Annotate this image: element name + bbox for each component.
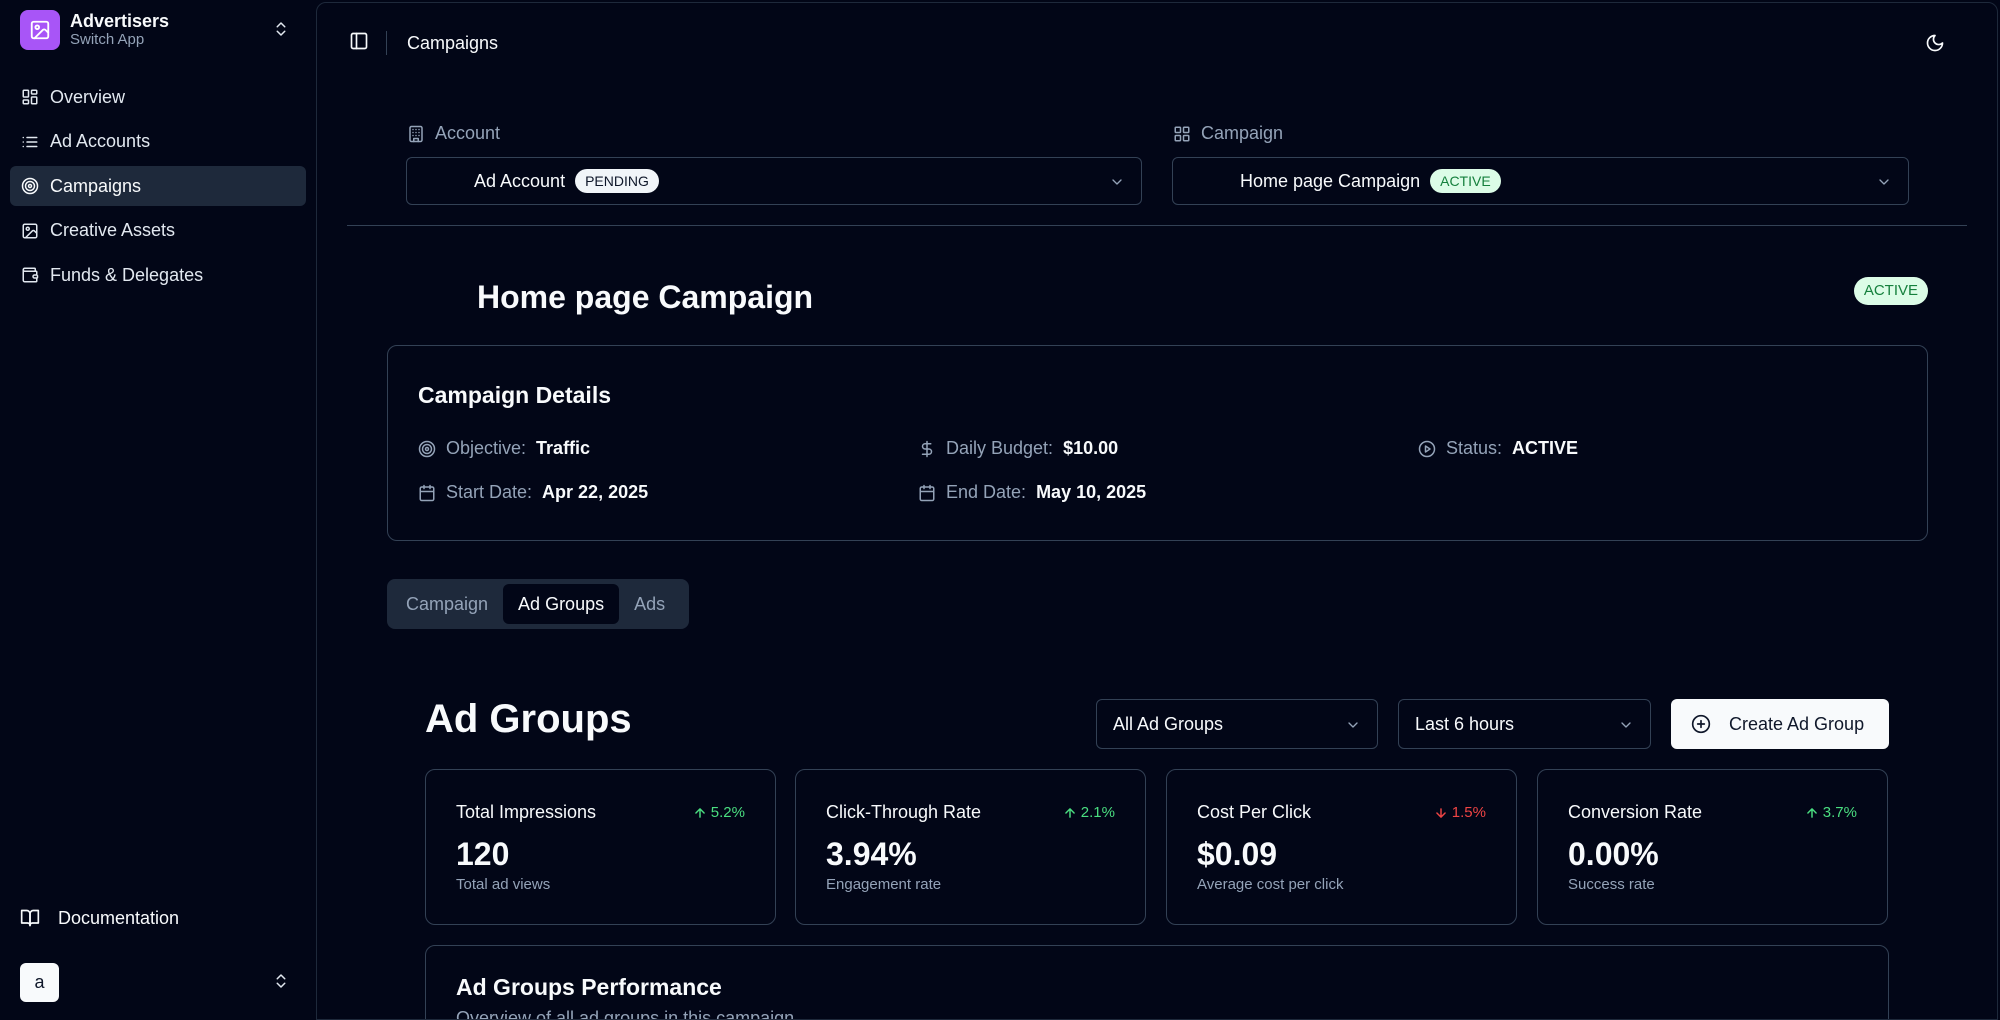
chevron-down-icon — [1109, 174, 1125, 190]
sidebar-item-label: Funds & Delegates — [50, 264, 204, 285]
detail-daily-budget: Daily Budget: $10.00 — [918, 438, 1118, 459]
chevrons-up-down-icon — [272, 972, 290, 990]
chevron-down-icon — [1345, 717, 1361, 733]
building-icon — [407, 125, 425, 143]
account-select-value: Ad Account — [474, 170, 566, 191]
layout-dashboard-icon — [20, 87, 40, 107]
status-badge: ACTIVE — [1430, 169, 1501, 193]
metric-trend: 1.5% — [1434, 804, 1486, 821]
arrow-down-icon — [1434, 806, 1448, 820]
metric-title: Total Impressions — [456, 802, 597, 822]
detail-end-date: End Date: May 10, 2025 — [918, 482, 1146, 503]
page-title: Home page Campaign — [477, 279, 814, 315]
metric-subtitle: Success rate — [1568, 876, 1655, 893]
tab-list: Campaign Ad Groups Ads — [387, 579, 689, 629]
target-icon — [20, 176, 40, 196]
metric-trend: 2.1% — [1063, 804, 1115, 821]
tab-campaign[interactable]: Campaign — [391, 584, 503, 624]
campaign-select-value: Home page Campaign — [1240, 170, 1421, 191]
card-title: Ad Groups Performance — [456, 974, 722, 1000]
image-icon — [20, 221, 40, 241]
time-range-select[interactable]: Last 6 hours — [1398, 699, 1651, 749]
arrow-up-icon — [693, 806, 707, 820]
metric-card: Cost Per Click 1.5% $0.09 Average cost p… — [1166, 769, 1517, 925]
detail-objective: Objective: Traffic — [418, 438, 590, 459]
campaign-select[interactable]: Home page Campaign ACTIVE — [1172, 157, 1909, 205]
tab-ad-groups[interactable]: Ad Groups — [503, 584, 620, 624]
metric-value: 3.94% — [826, 836, 917, 872]
avatar: a — [20, 962, 59, 1002]
list-icon — [20, 132, 40, 152]
sidebar-nav: Overview Ad Accounts Campaigns Creative … — [10, 77, 306, 300]
metric-value: $0.09 — [1197, 836, 1278, 872]
topbar-divider — [386, 31, 387, 55]
top-bar: Campaigns — [317, 3, 1997, 81]
sidebar: Advertisers Switch App Overview Ad Accou… — [0, 0, 316, 1020]
arrow-up-icon — [1063, 806, 1077, 820]
play-circle-icon — [1418, 440, 1436, 458]
sidebar-toggle-icon[interactable] — [349, 31, 369, 51]
book-open-icon — [20, 908, 40, 928]
campaign-details-card: Campaign Details Objective: Traffic Dail… — [387, 345, 1928, 541]
account-label: Account — [407, 123, 500, 144]
calendar-icon — [918, 484, 936, 502]
dollar-sign-icon — [918, 440, 936, 458]
chevron-down-icon — [1876, 174, 1892, 190]
status-badge: ACTIVE — [1853, 277, 1928, 305]
metric-card: Conversion Rate 3.7% 0.00% Success rate — [1537, 769, 1888, 925]
app-logo-icon — [20, 10, 60, 50]
metric-title: Click-Through Rate — [826, 802, 982, 822]
app-subtitle: Switch App — [70, 31, 145, 48]
app-name: Advertisers — [70, 11, 170, 31]
chevron-down-icon — [1618, 717, 1634, 733]
campaign-label: Campaign — [1173, 123, 1283, 144]
calendar-icon — [418, 484, 436, 502]
account-select[interactable]: Ad Account PENDING — [406, 157, 1142, 205]
card-subtitle: Overview of all ad groups in this campai… — [456, 1008, 795, 1020]
layout-grid-icon — [1173, 125, 1191, 143]
tab-ads[interactable]: Ads — [619, 584, 680, 624]
section-divider — [347, 225, 1967, 226]
sidebar-item-label: Overview — [50, 86, 126, 107]
ad-group-filter-select[interactable]: All Ad Groups — [1096, 699, 1378, 749]
metric-trend: 3.7% — [1805, 804, 1857, 821]
plus-circle-icon — [1691, 714, 1711, 734]
detail-start-date: Start Date: Apr 22, 2025 — [418, 482, 648, 503]
create-ad-group-button[interactable]: Create Ad Group — [1671, 699, 1889, 749]
main-panel: Campaigns Account Ad Account PENDING Cam… — [316, 2, 1998, 1020]
sidebar-item-label: Creative Assets — [50, 220, 176, 240]
detail-status: Status: ACTIVE — [1418, 438, 1578, 459]
sidebar-item-creative-assets[interactable]: Creative Assets — [10, 211, 306, 251]
metric-trend: 5.2% — [693, 804, 745, 821]
sidebar-item-overview[interactable]: Overview — [10, 77, 306, 117]
sidebar-item-funds-delegates[interactable]: Funds & Delegates — [10, 255, 306, 295]
card-title: Campaign Details — [418, 382, 611, 408]
wallet-icon — [20, 265, 40, 285]
sidebar-item-ad-accounts[interactable]: Ad Accounts — [10, 122, 306, 162]
sidebar-item-campaigns[interactable]: Campaigns — [10, 166, 306, 206]
arrow-up-icon — [1805, 806, 1819, 820]
metric-card: Total Impressions 5.2% 120 Total ad view… — [425, 769, 776, 925]
metric-subtitle: Total ad views — [456, 876, 551, 893]
breadcrumb: Campaigns — [407, 33, 499, 53]
status-badge: PENDING — [575, 169, 659, 193]
documentation-label: Documentation — [58, 907, 180, 928]
metric-value: 120 — [456, 836, 510, 872]
user-menu[interactable]: a — [20, 962, 300, 1002]
ad-groups-performance-card: Ad Groups Performance Overview of all ad… — [425, 945, 1889, 1020]
metric-value: 0.00% — [1568, 836, 1659, 872]
metric-title: Conversion Rate — [1568, 802, 1703, 822]
metric-title: Cost Per Click — [1197, 802, 1312, 822]
metric-subtitle: Engagement rate — [826, 876, 942, 893]
target-icon — [418, 440, 436, 458]
sidebar-item-label: Campaigns — [50, 175, 142, 196]
metric-subtitle: Average cost per click — [1197, 876, 1344, 893]
moon-icon[interactable] — [1925, 33, 1945, 53]
chevrons-up-down-icon — [272, 20, 290, 38]
sidebar-item-label: Ad Accounts — [50, 131, 151, 151]
metric-card: Click-Through Rate 2.1% 3.94% Engagement… — [795, 769, 1146, 925]
app-switcher[interactable]: Advertisers Switch App — [20, 10, 300, 50]
section-title: Ad Groups — [425, 697, 632, 741]
documentation-link[interactable]: Documentation — [20, 900, 179, 936]
